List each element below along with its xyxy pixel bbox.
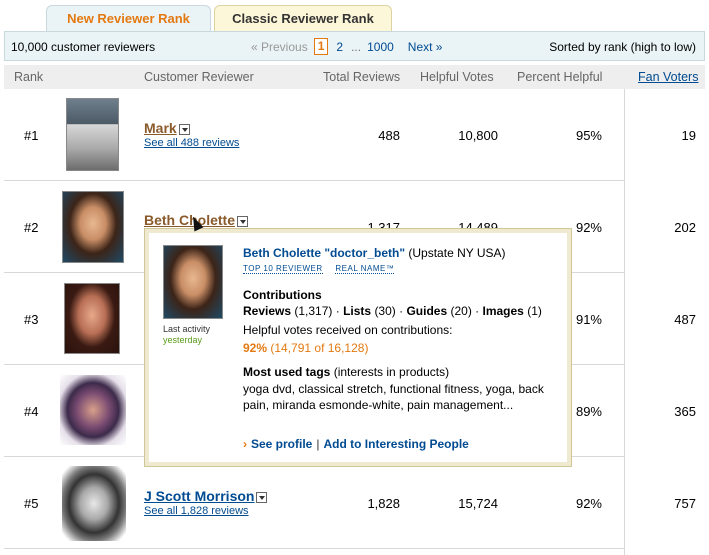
fan-voters-cell: 202 [674, 220, 696, 235]
header-fan-voters[interactable]: Fan Voters [638, 70, 698, 84]
percent-helpful-cell: 91% [575, 312, 602, 327]
pagination-ellipsis: ... [351, 39, 362, 54]
avatar[interactable] [60, 375, 126, 445]
helpful-percent: 92% [243, 341, 268, 355]
contributions-line: Reviews (1,317) · Lists (30) · Guides (2… [243, 304, 542, 318]
total-reviews-cell: 1,828 [367, 496, 400, 511]
last-activity-value: yesterday [163, 335, 203, 345]
previous-link: « Previous [251, 39, 308, 54]
percent-helpful-cell: 89% [575, 404, 602, 419]
tags-subheading: (interests in products) [333, 365, 450, 379]
avatar[interactable] [64, 283, 120, 354]
pagination: « Previous 1 2 ... 1000 Next » [251, 38, 442, 55]
page-2-link[interactable]: 2 [336, 40, 343, 54]
reviewer-popover: Last activity yesterday Beth Cholette "d… [144, 228, 572, 467]
link-separator: | [316, 437, 320, 451]
chevron-down-icon[interactable] [178, 123, 190, 135]
fan-voters-cell: 757 [674, 496, 696, 511]
next-link[interactable]: Next » [408, 40, 443, 54]
helpful-detail: (14,791 of 16,128) [270, 341, 369, 355]
avatar[interactable] [62, 466, 126, 541]
real-name-badge[interactable]: REAL NAME™ [335, 264, 395, 274]
guides-count: (20) [450, 304, 472, 318]
add-interesting-people-link[interactable]: Add to Interesting People [323, 437, 468, 451]
current-page: 1 [313, 38, 329, 55]
rank-cell: #2 [24, 220, 39, 235]
avatar[interactable] [66, 98, 119, 171]
chevron-down-icon[interactable] [256, 491, 268, 503]
tab-classic-reviewer-rank[interactable]: Classic Reviewer Rank [214, 5, 392, 31]
header-rank: Rank [14, 70, 44, 84]
popover-reviewer-name[interactable]: Beth Cholette "doctor_beth" [243, 246, 405, 260]
header-reviewer: Customer Reviewer [144, 70, 254, 84]
fan-voters-cell: 365 [674, 404, 696, 419]
header-total-reviews: Total Reviews [323, 70, 401, 84]
table-row: #5 J Scott Morrison See all 1,828 review… [4, 457, 624, 549]
lists-count: (30) [374, 304, 396, 318]
see-profile-link[interactable]: See profile [251, 437, 312, 451]
popover-name-line: Beth Cholette "doctor_beth" (Upstate NY … [243, 246, 506, 260]
last-activity-label: Last activity [163, 324, 211, 334]
reviewer-count: 10,000 customer reviewers [11, 40, 156, 54]
rank-cell: #4 [24, 404, 39, 419]
table-row: #1 Mark See all 488 reviews 488 10,800 9… [4, 89, 624, 181]
total-reviews-cell: 488 [378, 128, 400, 143]
lists-link[interactable]: Lists [343, 304, 371, 318]
percent-helpful-cell: 92% [575, 496, 602, 511]
popover-avatar[interactable] [163, 245, 223, 319]
see-all-reviews-link[interactable]: See all 1,828 reviews [144, 505, 249, 517]
header-helpful-votes: Helpful Votes [420, 70, 494, 84]
reviewer-badges: TOP 10 REVIEWER REAL NAME™ [243, 264, 404, 274]
helpful-votes-cell: 10,800 [458, 128, 498, 143]
popover-actions: › See profile | Add to Interesting People [243, 437, 469, 451]
chevron-right-icon: › [243, 437, 247, 451]
reviews-count: (1,317) [294, 304, 333, 318]
helpful-votes-text: Helpful votes received on contributions: [243, 323, 453, 337]
reviewer-name-link[interactable]: J Scott Morrison [144, 488, 268, 504]
table-header: Rank Customer Reviewer Total Reviews Hel… [4, 65, 705, 89]
rank-cell: #5 [24, 496, 39, 511]
percent-helpful-cell: 92% [575, 220, 602, 235]
results-bar: 10,000 customer reviewers « Previous 1 2… [4, 31, 705, 61]
fan-voters-cell: 19 [681, 128, 696, 143]
helpful-votes-summary: 92% (14,791 of 16,128) [243, 341, 368, 355]
reviews-link[interactable]: Reviews [243, 304, 291, 318]
percent-helpful-cell: 95% [575, 128, 602, 143]
popover-location: (Upstate NY USA) [408, 246, 506, 260]
chevron-down-icon[interactable] [237, 215, 248, 227]
tags-list: yoga dvd, classical stretch, functional … [243, 382, 544, 412]
top-10-reviewer-badge[interactable]: TOP 10 REVIEWER [243, 264, 323, 274]
header-percent-helpful: Percent Helpful [517, 70, 603, 84]
tab-new-reviewer-rank[interactable]: New Reviewer Rank [46, 5, 211, 31]
avatar[interactable] [62, 191, 124, 263]
tags-heading: Most used tags [243, 365, 331, 379]
sort-label: Sorted by rank (high to low) [549, 40, 696, 54]
contributions-heading: Contributions [243, 288, 322, 302]
page-last-link[interactable]: 1000 [367, 40, 394, 54]
helpful-votes-cell: 15,724 [458, 496, 498, 511]
guides-link[interactable]: Guides [406, 304, 447, 318]
reviewer-name-link[interactable]: Mark [144, 120, 190, 136]
rank-cell: #1 [24, 128, 39, 143]
column-divider [624, 89, 625, 555]
images-count: (1) [527, 304, 542, 318]
images-link[interactable]: Images [483, 304, 524, 318]
see-all-reviews-link[interactable]: See all 488 reviews [144, 137, 239, 149]
fan-voters-cell: 487 [674, 312, 696, 327]
rank-cell: #3 [24, 312, 39, 327]
tags-heading-line: Most used tags (interests in products) [243, 365, 449, 379]
